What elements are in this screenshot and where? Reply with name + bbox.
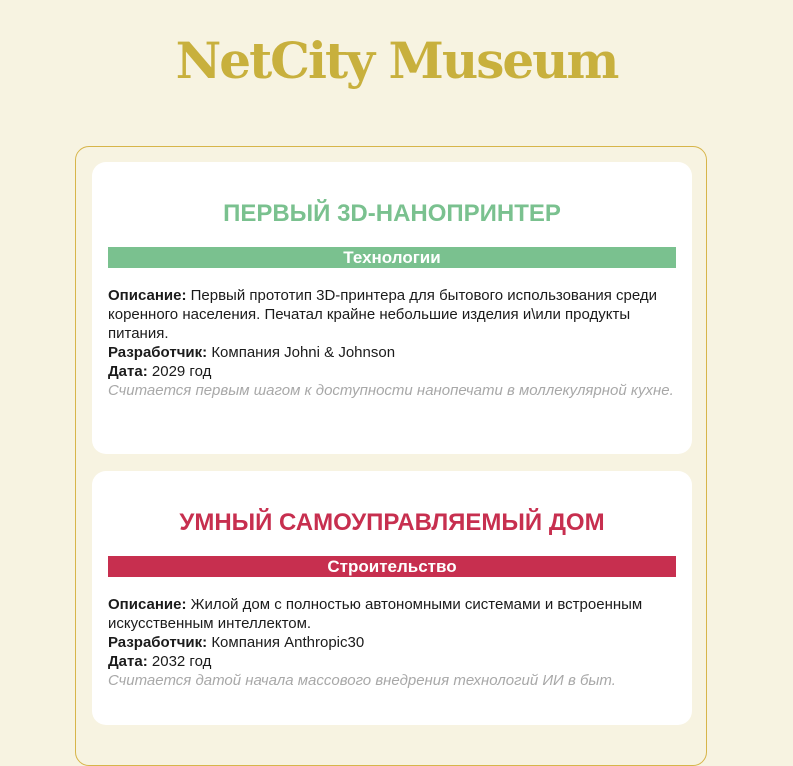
developer-label: Разработчик:: [108, 634, 208, 651]
description-label: Описание:: [108, 596, 187, 613]
description-row: Описание: Жилой дом с полностью автономн…: [108, 595, 676, 633]
description-text: Жилой дом с полностью автономными систем…: [108, 596, 643, 632]
exhibit-category-badge: Строительство: [108, 556, 676, 577]
description-row: Описание: Первый прототип 3D-принтера дл…: [108, 286, 676, 343]
developer-label: Разработчик:: [108, 344, 208, 361]
date-label: Дата:: [108, 363, 148, 380]
exhibit-note: Считается датой начала массового внедрен…: [108, 672, 616, 689]
developer-text: Компания Anthropic30: [211, 634, 365, 651]
developer-row: Разработчик: Компания Anthropic30: [108, 633, 676, 652]
exhibit-title: УМНЫЙ САМОУПРАВЛЯЕМЫЙ ДОМ: [179, 509, 605, 536]
exhibit-note: Считается первым шагом к доступности нан…: [108, 382, 674, 399]
date-text: 2032 год: [151, 653, 212, 670]
description-text: Первый прототип 3D-принтера для бытового…: [108, 287, 658, 342]
developer-text: Компания Johni & Johnson: [211, 344, 396, 361]
exhibit-card: ПЕРВЫЙ 3D-НАНОПРИНТЕР Технологии Описани…: [92, 162, 692, 454]
site-logo[interactable]: NetCity Museum: [0, 26, 793, 96]
description-label: Описание:: [108, 287, 187, 304]
exhibit-title: ПЕРВЫЙ 3D-НАНОПРИНТЕР: [223, 200, 561, 227]
date-row: Дата: 2032 год: [108, 652, 676, 671]
exhibit-card: УМНЫЙ САМОУПРАВЛЯЕМЫЙ ДОМ Строительство …: [92, 471, 692, 725]
exhibit-details: Описание: Жилой дом с полностью автономн…: [108, 595, 676, 690]
developer-row: Разработчик: Компания Johni & Johnson: [108, 343, 676, 362]
date-text: 2029 год: [151, 363, 212, 380]
date-label: Дата:: [108, 653, 148, 670]
exhibit-category-badge: Технологии: [108, 247, 676, 268]
date-row: Дата: 2029 год: [108, 362, 676, 381]
exhibit-details: Описание: Первый прототип 3D-принтера дл…: [108, 286, 676, 400]
